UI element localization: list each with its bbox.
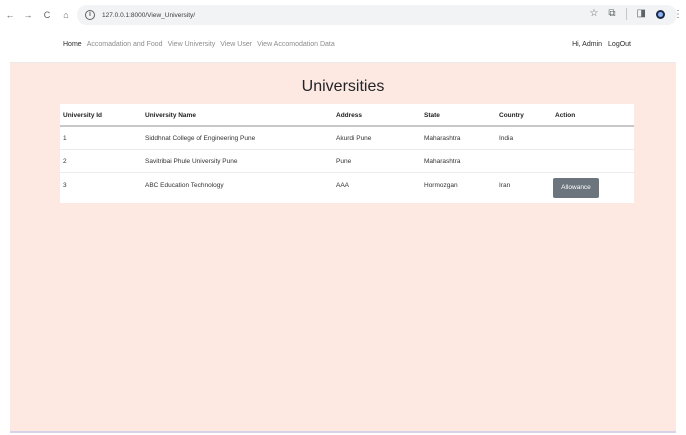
browser-menu-icon[interactable]: ⋮ <box>673 9 683 20</box>
bookmark-star-icon[interactable]: ☆ <box>589 7 598 21</box>
toolbar-divider <box>625 8 627 20</box>
nav-user-area: Hi, Admin LogOut <box>566 41 631 48</box>
cell-university-name: Savitribai Phule University Pune <box>145 158 238 165</box>
home-icon[interactable]: ⌂ <box>60 8 72 22</box>
cell-address: AAA <box>336 182 350 189</box>
header-state: State <box>424 112 440 119</box>
table-row: 2 Savitribai Phule University Pune Pune … <box>60 150 634 173</box>
header-address: Address <box>336 112 363 119</box>
allowance-button[interactable]: Allowance <box>553 178 599 198</box>
nav-link-view-university[interactable]: View University <box>168 41 216 48</box>
side-panel-icon[interactable]: ◨ <box>637 7 646 21</box>
page-content: Universities University Id University Na… <box>10 63 676 431</box>
forward-arrow-icon[interactable]: → <box>22 8 34 22</box>
page-title: Universities <box>301 78 385 95</box>
info-icon[interactable]: i <box>85 10 95 20</box>
header-university-name: University Name <box>145 112 196 119</box>
table-row: 3 ABC Education Technology AAA Hormozgan… <box>60 173 634 202</box>
extensions-icon[interactable]: ⧉ <box>608 7 615 21</box>
table-header: University Id University Name Address St… <box>60 104 634 127</box>
browser-toolbar: ← → C ⌂ i 127.0.0.1:8000/View_University… <box>0 0 686 30</box>
logout-link[interactable]: LogOut <box>608 41 631 48</box>
url-text[interactable]: 127.0.0.1:8000/View_University/ <box>102 12 195 19</box>
cell-state: Maharashtra <box>424 135 461 142</box>
cell-state: Maharashtra <box>424 158 461 165</box>
user-greeting: Hi, Admin <box>572 41 603 48</box>
cell-university-name: ABC Education Technology <box>145 182 224 189</box>
browser-actions: ☆ ⧉ ◨ ⋮ <box>579 7 686 21</box>
nav-link-view-accomodation-data[interactable]: View Accomodation Data <box>257 41 335 48</box>
table-row: 1 Siddhnat College of Engineering Pune A… <box>60 127 634 150</box>
reload-icon[interactable]: C <box>41 8 53 22</box>
app-navbar: Home Accomadation and Food View Universi… <box>10 30 676 63</box>
cell-address: Akurdi Pune <box>336 135 372 142</box>
nav-link-view-user[interactable]: View User <box>220 41 252 48</box>
cell-university-name: Siddhnat College of Engineering Pune <box>145 135 256 142</box>
page-bottom-border <box>10 431 676 433</box>
back-arrow-icon[interactable]: ← <box>4 8 16 22</box>
cell-country: Iran <box>499 182 511 189</box>
nav-links: Home Accomadation and Food View Universi… <box>63 41 340 48</box>
nav-link-accomadation-and-food[interactable]: Accomadation and Food <box>87 41 163 48</box>
header-university-id: University Id <box>63 112 103 119</box>
cell-university-id: 2 <box>63 158 67 165</box>
cell-state: Hormozgan <box>424 182 458 189</box>
cell-university-id: 1 <box>63 135 67 142</box>
header-action: Action <box>555 112 576 119</box>
profile-avatar-icon[interactable] <box>656 9 665 19</box>
cell-university-id: 3 <box>63 182 67 189</box>
universities-table: University Id University Name Address St… <box>60 104 634 203</box>
header-country: Country <box>499 112 524 119</box>
cell-country: India <box>499 135 514 142</box>
nav-link-home[interactable]: Home <box>63 41 82 48</box>
cell-address: Pune <box>336 158 352 165</box>
